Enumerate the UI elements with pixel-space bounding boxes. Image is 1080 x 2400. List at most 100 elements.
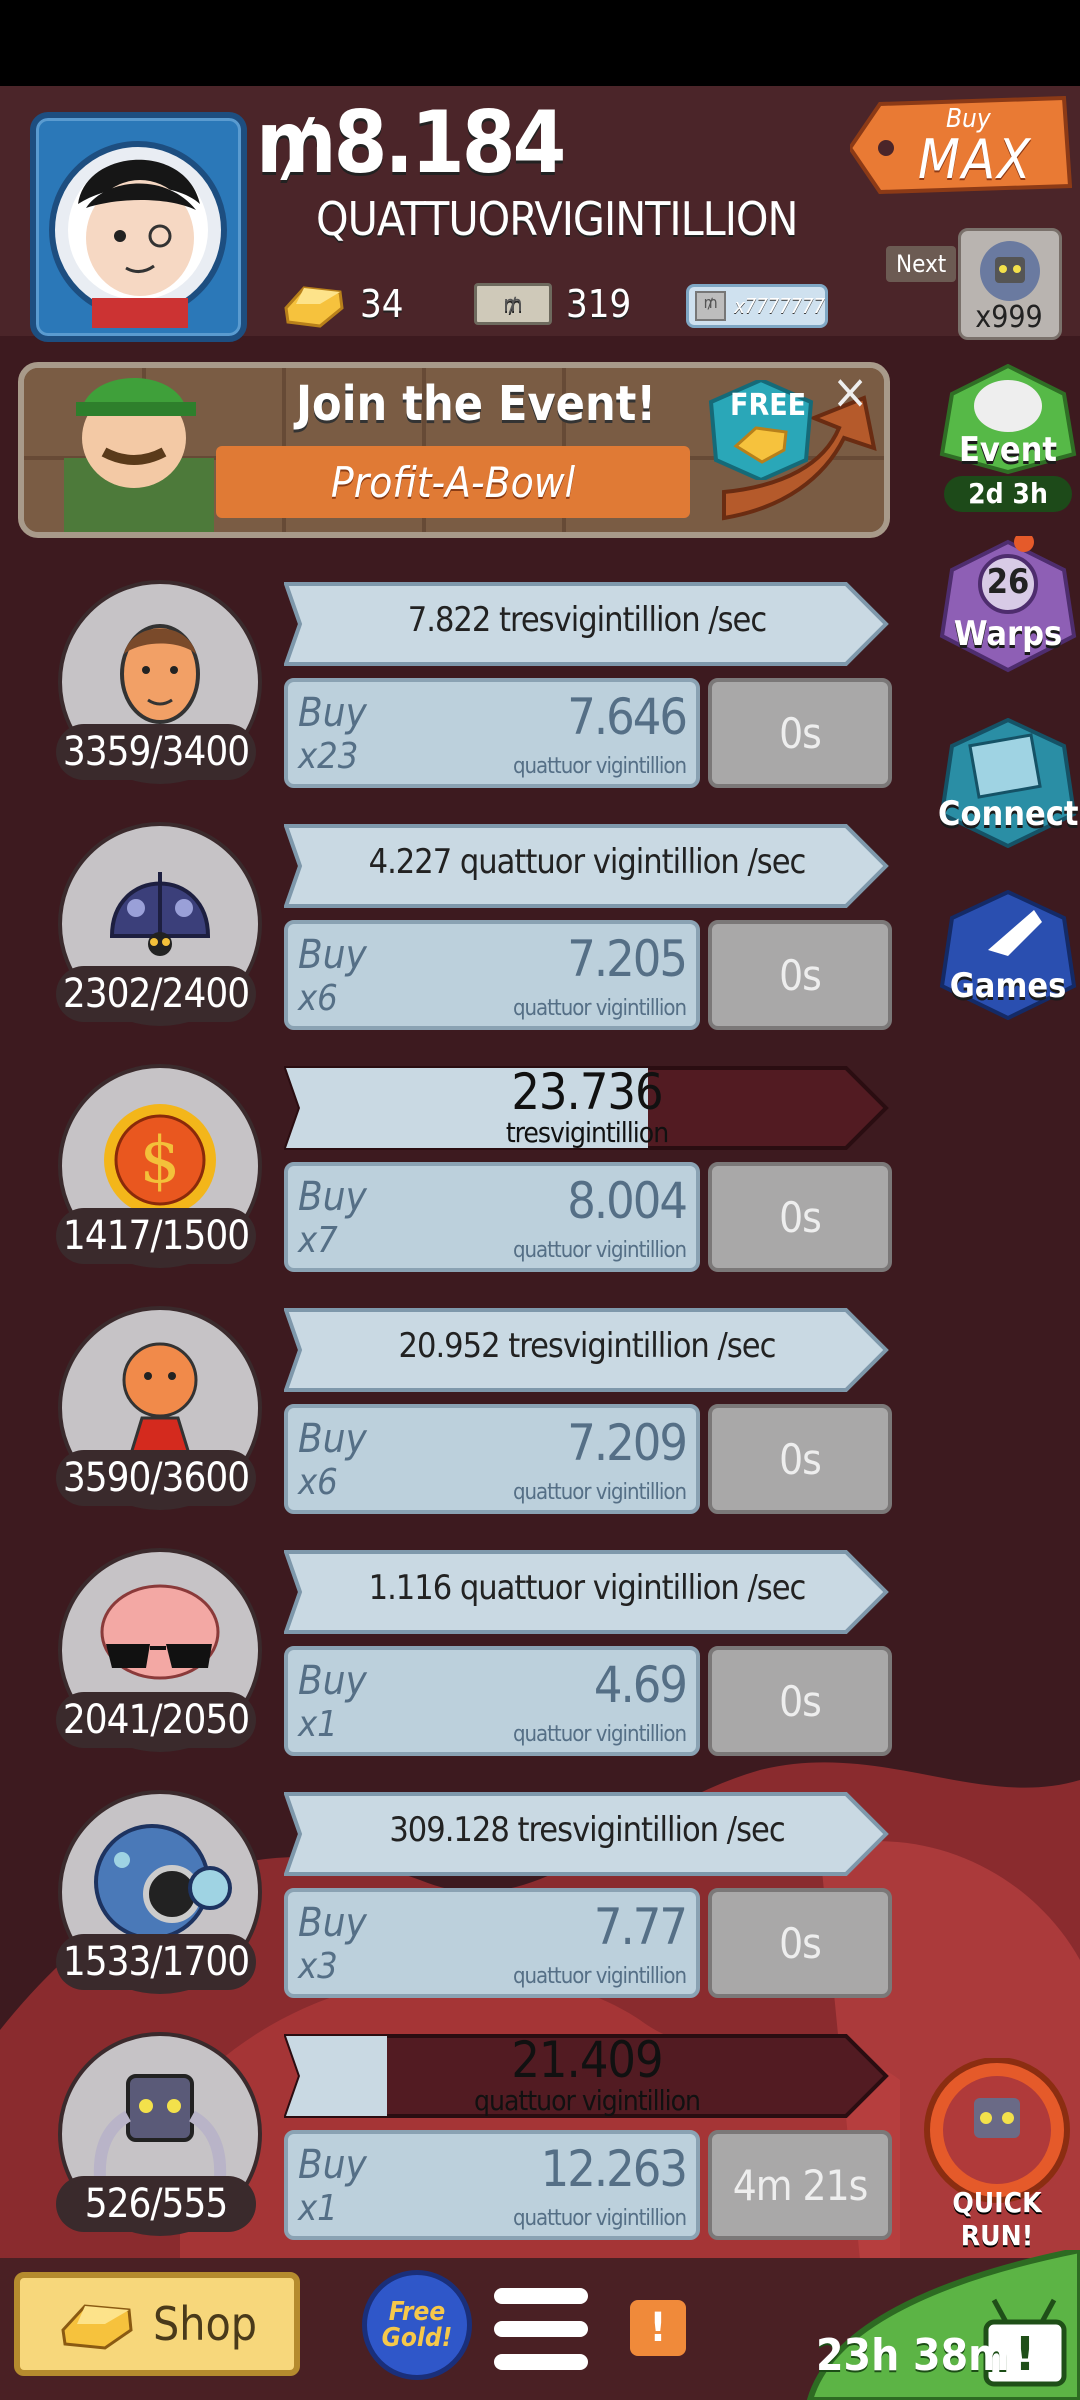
megabucks-count: 319 xyxy=(566,282,632,326)
warps-label: Warps xyxy=(953,614,1063,654)
buy-button[interactable]: Buy x6 7.209 quattuor vigintillion xyxy=(284,1404,700,1514)
buy-quantity: x6 xyxy=(298,1462,338,1503)
business-row: 2302/2400 4.227 quattuor vigintillion /se… xyxy=(0,822,900,1052)
alert-icon[interactable]: ! xyxy=(630,2300,686,2356)
buy-cost-unit: quattuor vigintillion xyxy=(512,1964,687,1989)
event-name: Profit-A-Bowl xyxy=(216,446,690,518)
gold-bar-icon xyxy=(284,286,344,328)
games-button[interactable]: Games xyxy=(938,889,1078,1030)
business-row: 2041/2050 1.116 quattuor vigintillion /se… xyxy=(0,1548,900,1778)
buy-quantity: x3 xyxy=(298,1946,338,1987)
buy-button[interactable]: Buy x1 4.69 quattuor vigintillion xyxy=(284,1646,700,1756)
connect-button[interactable]: Connect xyxy=(938,717,1079,858)
buy-cost: 7.209 xyxy=(567,1414,688,1472)
business-row: 1533/1700 309.128 tresvigintillion /sec Bu… xyxy=(0,1790,900,2020)
free-label: FREE xyxy=(730,388,807,423)
buy-label: Buy xyxy=(298,932,367,978)
astronaut-portrait-icon xyxy=(49,141,227,328)
buy-label: Buy xyxy=(298,1900,367,1946)
menu-icon[interactable] xyxy=(494,2288,588,2374)
production-timer: 0s xyxy=(708,1162,892,1272)
buy-cost-unit: quattuor vigintillion xyxy=(512,2206,687,2231)
buy-label: Buy xyxy=(298,1174,367,1220)
close-icon[interactable]: × xyxy=(832,364,868,420)
buy-button[interactable]: Buy x1 12.263 quattuor vigintillion xyxy=(284,2130,700,2240)
buy-quantity: x1 xyxy=(298,2188,338,2229)
shop-label: Shop xyxy=(152,2297,258,2351)
warps-count: 26 xyxy=(986,562,1030,602)
money-symbol: ₥ xyxy=(256,93,337,193)
buy-label: Buy xyxy=(298,2142,367,2188)
buy-cost-unit: quattuor vigintillion xyxy=(512,996,687,1021)
status-bar xyxy=(0,0,1080,86)
buy-cost: 7.646 xyxy=(567,688,688,746)
business-count: 2302/2400 xyxy=(56,966,256,1022)
buy-quantity: x1 xyxy=(298,1704,338,1745)
buy-button[interactable]: Buy x23 7.646 quattuor vigintillion xyxy=(284,678,700,788)
buy-cost: 4.69 xyxy=(593,1656,688,1714)
production-timer: 0s xyxy=(708,1404,892,1514)
business-row: 3359/3400 7.822 tresvigintillion /sec Buy x… xyxy=(0,580,900,810)
buy-cost-unit: quattuor vigintillion xyxy=(512,1722,687,1747)
event-timer: 2d 3h xyxy=(944,476,1072,512)
buy-button[interactable]: Buy x7 8.004 quattuor vigintillion xyxy=(284,1162,700,1272)
event-button[interactable]: Event 2d 3h xyxy=(938,363,1078,514)
production-rate: 1.116 quattuor vigintillion /sec xyxy=(368,1568,807,1608)
gold-count: 34 xyxy=(360,282,404,326)
production-rate: 4.227 quattuor vigintillion /sec xyxy=(368,842,807,882)
production-timer: 0s xyxy=(708,1646,892,1756)
buy-quantity: x23 xyxy=(298,736,359,777)
free-gold-button[interactable]: Free Gold! xyxy=(362,2270,472,2380)
production-rate: 7.822 tresvigintillion /sec xyxy=(407,600,767,640)
shop-button[interactable]: Shop xyxy=(14,2272,300,2376)
production-timer: 0s xyxy=(708,920,892,1030)
megaticket-label: x7777777 xyxy=(734,294,825,318)
connect-label: Connect xyxy=(938,794,1079,834)
business-count: 3590/3600 xyxy=(56,1450,256,1506)
production-rate: 20.952 tresvigintillion /sec xyxy=(398,1326,777,1366)
buy-max-bottom-label: MAX xyxy=(918,128,1033,191)
buy-max-button[interactable]: Buy MAX xyxy=(847,95,1073,195)
buy-cost: 7.77 xyxy=(593,1898,688,1956)
progress-value: 21.409 xyxy=(511,2031,663,2089)
progress-unit: tresvigintillion xyxy=(505,1116,669,1149)
gold-bar-icon xyxy=(61,2304,133,2350)
tv-reward-timer: 23h 38m xyxy=(816,2330,1010,2381)
business-row: 526/555 21.409 quattuor vigintillion Buy x1 1… xyxy=(0,2032,900,2262)
business-count: 1533/1700 xyxy=(56,1934,256,1990)
progress-unit: quattuor vigintillion xyxy=(474,2084,701,2117)
megaticket-icon: ₥ xyxy=(695,291,727,321)
announcer-mascot-icon xyxy=(64,378,214,532)
buy-cost: 7.205 xyxy=(567,930,688,988)
next-multiplier: x999 xyxy=(975,300,1043,335)
quick-run-button[interactable]: QUICK RUN! xyxy=(912,2057,1080,2252)
buy-label: Buy xyxy=(298,1658,367,1704)
warps-button[interactable]: 26 Warps xyxy=(938,532,1078,686)
buy-cost-unit: quattuor vigintillion xyxy=(512,1480,687,1505)
buy-label: Buy xyxy=(298,690,367,736)
buy-quantity: x6 xyxy=(298,978,338,1019)
free-gold-badge: FREE xyxy=(706,377,816,483)
megaticket-counter[interactable]: ₥ x7777777 xyxy=(686,284,828,328)
buy-button[interactable]: Buy x3 7.77 quattuor vigintillion xyxy=(284,1888,700,1998)
next-label: Next xyxy=(886,246,957,282)
production-timer: 0s xyxy=(708,678,892,788)
production-rate: 309.128 tresvigintillion /sec xyxy=(389,1810,785,1850)
money-unit: QUATTUORVIGINTILLION xyxy=(316,192,798,246)
event-button-label: Event xyxy=(959,430,1057,470)
money-value: 8.184 xyxy=(333,93,567,193)
robot-spider-icon xyxy=(980,241,1040,301)
total-money: ₥8.184 xyxy=(256,100,566,186)
warp-clock-icon xyxy=(939,532,1077,673)
buy-cost: 12.263 xyxy=(540,2140,688,2198)
megabucks-counter[interactable]: ₥ 319 xyxy=(474,276,631,332)
manager-avatar[interactable] xyxy=(30,112,247,342)
business-row: 3590/3600 20.952 tresvigintillion /sec Buy… xyxy=(0,1306,900,1536)
event-title: Join the Event! xyxy=(296,376,657,432)
business-count: 3359/3400 xyxy=(56,724,256,780)
gold-counter[interactable]: 34 xyxy=(280,276,404,332)
progress-label: 23.736 tresvigintillion xyxy=(284,1064,890,1152)
games-label: Games xyxy=(949,966,1067,1006)
progress-label: 21.409 quattuor vigintillion xyxy=(284,2032,890,2120)
buy-button[interactable]: Buy x6 7.205 quattuor vigintillion xyxy=(284,920,700,1030)
